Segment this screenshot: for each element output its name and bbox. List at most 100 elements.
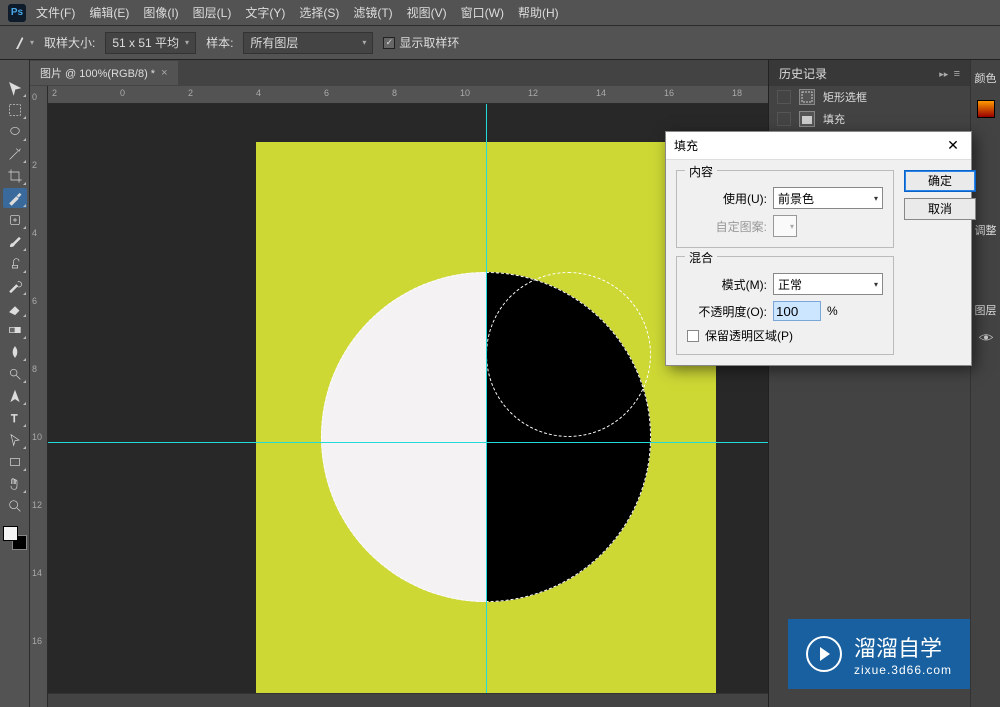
menu-help[interactable]: 帮助(H)	[518, 4, 559, 21]
menu-select[interactable]: 选择(S)	[299, 4, 339, 21]
close-icon[interactable]: ×	[161, 67, 167, 79]
menu-view[interactable]: 视图(V)	[407, 4, 447, 21]
chevron-down-icon: ▾	[874, 280, 878, 289]
ruler-tick: 10	[460, 88, 470, 98]
dodge-tool[interactable]	[3, 364, 27, 384]
history-toggle[interactable]	[777, 112, 791, 126]
tool-preset-picker[interactable]: ▾	[14, 33, 34, 53]
horizontal-scrollbar[interactable]	[48, 693, 768, 707]
rectangle-tool[interactable]	[3, 452, 27, 472]
sample-size-select[interactable]: 51 x 51 平均 ▾	[105, 32, 196, 54]
blur-tool[interactable]	[3, 342, 27, 362]
document-tab[interactable]: 图片 @ 100%(RGB/8) * ×	[30, 61, 178, 85]
ruler-tick: 10	[32, 432, 42, 442]
brush-tool[interactable]	[3, 232, 27, 252]
menu-image[interactable]: 图像(I)	[143, 4, 178, 21]
hand-tool[interactable]	[3, 474, 27, 494]
foreground-color[interactable]	[3, 526, 18, 541]
use-label: 使用(U):	[687, 190, 767, 207]
history-toggle[interactable]	[777, 90, 791, 104]
history-label: 填充	[823, 111, 845, 127]
chevron-down-icon: ▾	[874, 194, 878, 203]
path-select-tool[interactable]	[3, 430, 27, 450]
crop-tool[interactable]	[3, 166, 27, 186]
sample-select[interactable]: 所有图层 ▾	[243, 32, 373, 54]
show-ring-checkbox[interactable]: ✓ 显示取样环	[383, 34, 459, 51]
history-item[interactable]: 矩形选框	[769, 86, 970, 108]
pen-tool[interactable]	[3, 386, 27, 406]
history-brush-tool[interactable]	[3, 276, 27, 296]
tab-title: 图片 @ 100%(RGB/8) *	[40, 65, 155, 81]
ruler-tick: 12	[528, 88, 538, 98]
canvas[interactable]	[48, 104, 768, 707]
panel-menu-icon[interactable]: ≡	[954, 68, 960, 80]
watermark-brand: 溜溜自学	[854, 636, 942, 661]
menu-bar: Ps 文件(F) 编辑(E) 图像(I) 图层(L) 文字(Y) 选择(S) 滤…	[0, 0, 1000, 26]
ruler-tick: 12	[32, 500, 42, 510]
options-bar: ▾ 取样大小: 51 x 51 平均 ▾ 样本: 所有图层 ▾ ✓ 显示取样环	[0, 26, 1000, 60]
cancel-button[interactable]: 取消	[904, 198, 976, 220]
lasso-tool[interactable]	[3, 122, 27, 142]
blend-legend: 混合	[685, 249, 717, 266]
chevron-down-icon: ▾	[185, 38, 189, 47]
opacity-input[interactable]	[773, 301, 821, 321]
ruler-tick: 6	[324, 88, 329, 98]
ruler-tick: 8	[392, 88, 397, 98]
pattern-picker: ▾	[773, 215, 797, 237]
app-logo: Ps	[8, 4, 26, 22]
move-tool[interactable]	[3, 78, 27, 98]
zoom-tool[interactable]	[3, 496, 27, 516]
menu-layer[interactable]: 图层(L)	[193, 4, 232, 21]
type-tool[interactable]: T	[3, 408, 27, 428]
collapse-icon[interactable]: ▸▸	[939, 69, 948, 79]
ruler-tick: 4	[256, 88, 261, 98]
marquee-tool[interactable]	[3, 100, 27, 120]
layers-panel-tab[interactable]: 图层	[975, 302, 997, 318]
ruler-tick: 0	[32, 92, 37, 102]
marquee-icon	[799, 89, 815, 105]
menu-filter[interactable]: 滤镜(T)	[353, 4, 392, 21]
menu-edit[interactable]: 编辑(E)	[89, 4, 129, 21]
history-label: 矩形选框	[823, 89, 867, 105]
magic-wand-tool[interactable]	[3, 144, 27, 164]
horizontal-ruler: 2 0 2 4 6 8 10 12 14 16 18	[48, 86, 768, 104]
ruler-tick: 6	[32, 296, 37, 306]
chevron-down-icon: ▾	[30, 38, 34, 47]
mode-select[interactable]: 正常 ▾	[773, 273, 883, 295]
ruler-tick: 14	[596, 88, 606, 98]
ruler-tick: 4	[32, 228, 37, 238]
show-ring-label: 显示取样环	[399, 34, 459, 51]
stamp-tool[interactable]	[3, 254, 27, 274]
sample-value: 所有图层	[250, 34, 298, 51]
content-group: 内容 使用(U): 前景色 ▾ 自定图案: ▾	[676, 170, 894, 248]
menu-window[interactable]: 窗口(W)	[461, 4, 504, 21]
document-tabs: 图片 @ 100%(RGB/8) * ×	[30, 60, 768, 86]
guide-horizontal[interactable]	[48, 442, 768, 443]
dialog-titlebar[interactable]: 填充 ✕	[666, 132, 971, 160]
preserve-trans-checkbox[interactable]	[687, 330, 699, 342]
menu-type[interactable]: 文字(Y)	[245, 4, 285, 21]
ruler-tick: 2	[52, 88, 57, 98]
healing-brush-tool[interactable]	[3, 210, 27, 230]
watermark: 溜溜自学 zixue.3d66.com	[788, 619, 970, 689]
history-panel-header[interactable]: 历史记录 ▸▸ ≡	[769, 60, 970, 86]
eraser-tool[interactable]	[3, 298, 27, 318]
ruler-tick: 2	[32, 160, 37, 170]
color-swatch-icon[interactable]	[977, 100, 995, 118]
ok-button[interactable]: 确定	[904, 170, 976, 192]
ruler-tick: 14	[32, 568, 42, 578]
color-panel-tab[interactable]: 颜色	[975, 70, 997, 86]
sample-label: 样本:	[206, 34, 233, 51]
color-swatches[interactable]	[3, 526, 27, 550]
history-item[interactable]: 填充	[769, 108, 970, 130]
history-title: 历史记录	[779, 65, 827, 82]
gradient-tool[interactable]	[3, 320, 27, 340]
adjust-panel-tab[interactable]: 调整	[975, 222, 997, 238]
collapsed-panels: 颜色 调整 图层	[970, 60, 1000, 707]
close-icon[interactable]: ✕	[943, 136, 963, 156]
guide-vertical[interactable]	[486, 104, 487, 707]
eyedropper-tool[interactable]	[3, 188, 27, 208]
use-select[interactable]: 前景色 ▾	[773, 187, 883, 209]
menu-file[interactable]: 文件(F)	[36, 4, 75, 21]
eye-icon[interactable]	[978, 332, 994, 344]
